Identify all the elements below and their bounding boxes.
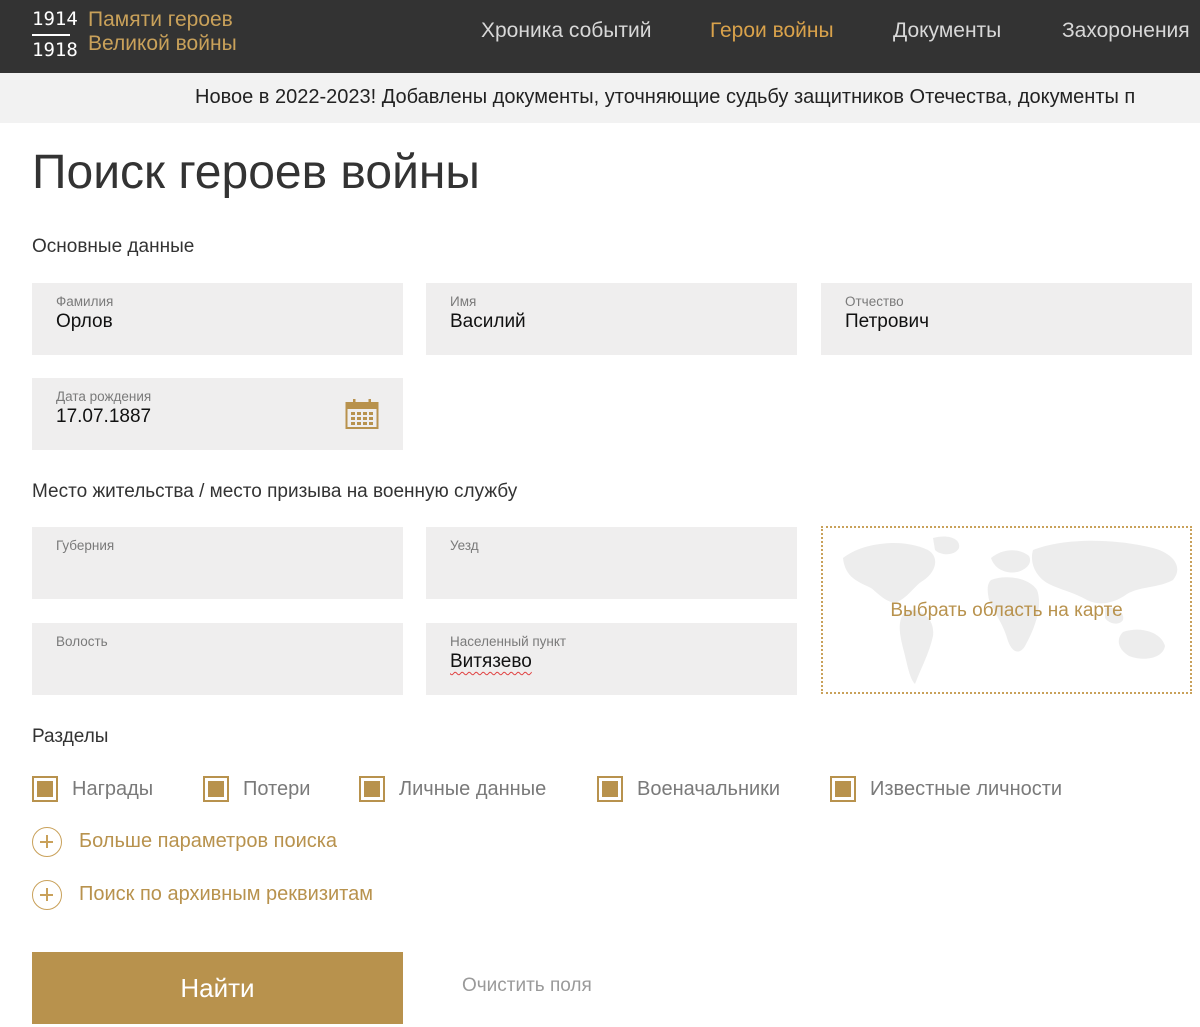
plus-circle-icon[interactable] — [32, 880, 62, 910]
checkbox-famous-people-box[interactable] — [830, 776, 856, 802]
patronymic-label: Отчество — [845, 294, 904, 309]
checkbox-losses-box[interactable] — [203, 776, 229, 802]
page-title: Поиск героев войны — [32, 146, 480, 199]
calendar-icon[interactable] — [345, 398, 379, 430]
map-select-label[interactable]: Выбрать область на карте — [823, 600, 1190, 622]
birth-date-field[interactable]: Дата рождения 17.07.1887 — [32, 378, 403, 450]
patronymic-field[interactable]: Отчество Петрович — [821, 283, 1192, 355]
checkbox-losses-label[interactable]: Потери — [243, 778, 310, 801]
settlement-label: Населенный пункт — [450, 634, 567, 649]
checkbox-awards-box[interactable] — [32, 776, 58, 802]
first-name-field[interactable]: Имя Василий — [426, 283, 797, 355]
district-label: Уезд — [450, 538, 479, 553]
checkbox-famous-people-label[interactable]: Известные личности — [870, 778, 1062, 801]
main-nav: Хроника событий Герои войны Документы За… — [0, 0, 1200, 73]
archive-search-label[interactable]: Поиск по архивным реквизитам — [79, 883, 373, 906]
volost-field[interactable]: Волость — [32, 623, 403, 695]
district-field[interactable]: Уезд — [426, 527, 797, 599]
checkbox-awards-label[interactable]: Награды — [72, 778, 153, 801]
settlement-value[interactable]: Витязево — [450, 651, 532, 673]
province-field[interactable]: Губерния — [32, 527, 403, 599]
last-name-field[interactable]: Фамилия Орлов — [32, 283, 403, 355]
news-ticker-text[interactable]: Новое в 2022-2023! Добавлены документы, … — [195, 86, 1135, 109]
map-select-area[interactable]: Выбрать область на карте — [821, 526, 1192, 694]
birth-date-label: Дата рождения — [56, 389, 152, 404]
last-name-value[interactable]: Орлов — [56, 311, 113, 333]
volost-label: Волость — [56, 634, 108, 649]
news-ticker: Новое в 2022-2023! Добавлены документы, … — [0, 73, 1200, 123]
last-name-label: Фамилия — [56, 294, 114, 309]
find-button[interactable]: Найти — [32, 952, 403, 1024]
section-label-place: Место жительства / место призыва на воен… — [32, 481, 518, 502]
birth-date-value[interactable]: 17.07.1887 — [56, 406, 151, 428]
province-label: Губерния — [56, 538, 115, 553]
nav-item-chronicle[interactable]: Хроника событий — [481, 19, 651, 43]
checkbox-personal-data-box[interactable] — [359, 776, 385, 802]
site-header: 1914 1918 Памяти героев Великой войны Хр… — [0, 0, 1200, 73]
settlement-field[interactable]: Населенный пункт Витязево — [426, 623, 797, 695]
nav-item-heroes[interactable]: Герои войны — [710, 19, 834, 43]
more-params-label[interactable]: Больше параметров поиска — [79, 830, 337, 853]
section-label-basic: Основные данные — [32, 236, 195, 257]
checkbox-commanders-label[interactable]: Военачальники — [637, 778, 780, 801]
nav-item-documents[interactable]: Документы — [893, 19, 1001, 43]
nav-item-burials[interactable]: Захоронения — [1062, 19, 1190, 43]
first-name-value[interactable]: Василий — [450, 311, 526, 333]
patronymic-value[interactable]: Петрович — [845, 311, 929, 333]
clear-fields-button[interactable]: Очистить поля — [462, 975, 592, 997]
first-name-label: Имя — [450, 294, 477, 309]
checkbox-personal-data-label[interactable]: Личные данные — [399, 778, 546, 801]
section-label-sections: Разделы — [32, 726, 109, 747]
checkbox-commanders-box[interactable] — [597, 776, 623, 802]
plus-circle-icon[interactable] — [32, 827, 62, 857]
